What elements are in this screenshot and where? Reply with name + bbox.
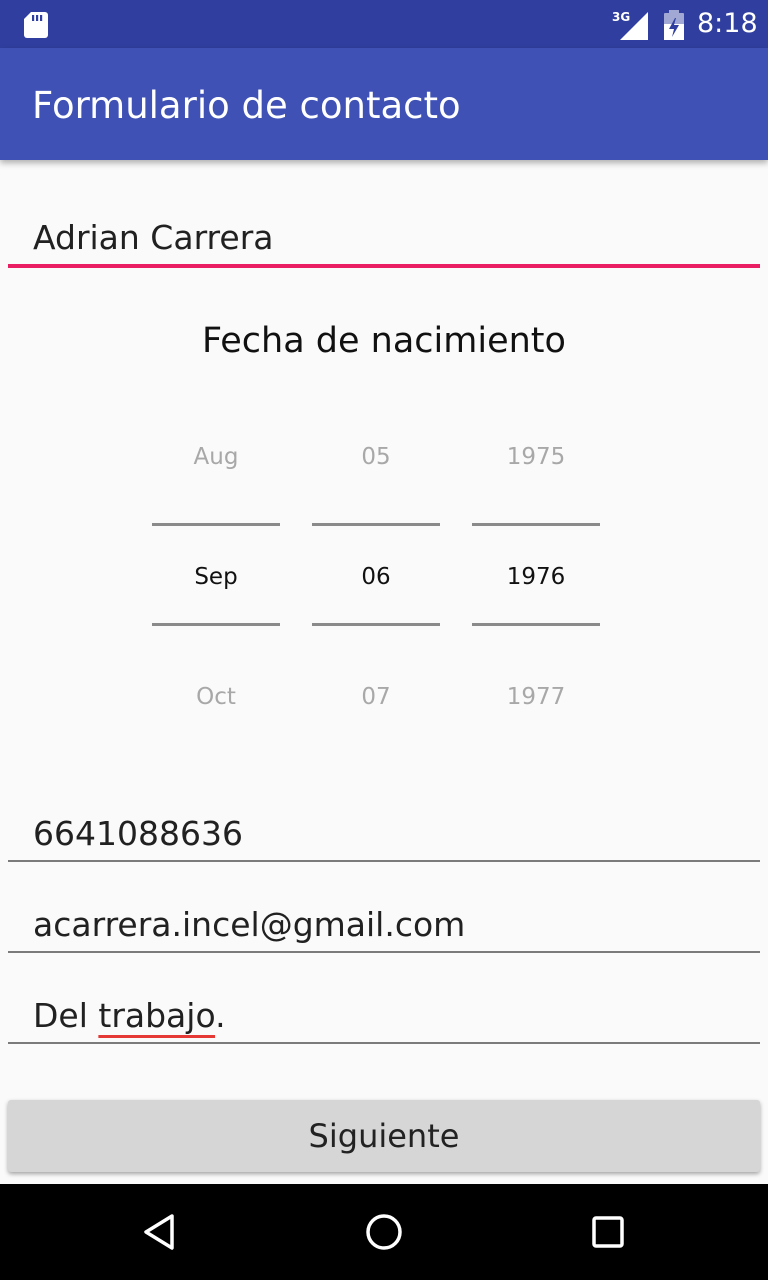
year-divider-top <box>472 523 600 526</box>
navigation-bar <box>0 1184 768 1280</box>
day-divider-top <box>312 523 440 526</box>
network-type: 3G <box>612 10 630 24</box>
day-next[interactable]: 07 <box>312 684 440 710</box>
description-prefix: Del <box>33 996 99 1035</box>
month-next[interactable]: Oct <box>152 684 280 710</box>
day-prev[interactable]: 05 <box>312 444 440 470</box>
year-next[interactable]: 1977 <box>472 684 600 710</box>
month-prev[interactable]: Aug <box>152 444 280 470</box>
battery-icon <box>664 10 684 40</box>
recents-icon[interactable] <box>588 1212 628 1252</box>
description-misspelled-word: trabajo <box>98 996 216 1035</box>
description-field-underline <box>8 1042 760 1044</box>
birthdate-label: Fecha de nacimiento <box>202 321 566 361</box>
sd-card-icon <box>24 12 48 38</box>
home-icon[interactable] <box>364 1212 404 1252</box>
phone-field[interactable]: 6641088636 <box>8 808 760 864</box>
next-button-label: Siguiente <box>308 1117 460 1155</box>
description-field[interactable]: Del trabajo. <box>8 990 760 1046</box>
email-value: acarrera.incel@gmail.com <box>33 905 466 944</box>
app-bar: Formulario de contacto <box>0 48 768 160</box>
email-field-underline <box>8 951 760 953</box>
email-field[interactable]: acarrera.incel@gmail.com <box>8 899 760 955</box>
phone-field-underline <box>8 860 760 862</box>
back-icon[interactable] <box>140 1212 180 1252</box>
name-field-underline <box>8 264 760 268</box>
year-picker[interactable]: 1975 1976 1977 <box>472 420 600 740</box>
month-divider-top <box>152 523 280 526</box>
name-field[interactable]: Adrian Carrera <box>8 212 760 272</box>
phone-value: 6641088636 <box>33 814 243 853</box>
month-picker[interactable]: Aug Sep Oct <box>152 420 280 740</box>
year-selected[interactable]: 1976 <box>472 564 600 590</box>
day-picker[interactable]: 05 06 07 <box>312 420 440 740</box>
month-divider-bottom <box>152 623 280 626</box>
year-prev[interactable]: 1975 <box>472 444 600 470</box>
month-selected[interactable]: Sep <box>152 564 280 590</box>
name-value: Adrian Carrera <box>33 218 274 257</box>
status-bar: 3G 8:18 <box>0 0 768 48</box>
day-divider-bottom <box>312 623 440 626</box>
year-divider-bottom <box>472 623 600 626</box>
signal-icon: 3G <box>612 10 648 40</box>
next-button[interactable]: Siguiente <box>8 1100 760 1172</box>
description-suffix: . <box>215 996 226 1035</box>
day-selected[interactable]: 06 <box>312 564 440 590</box>
clock: 8:18 <box>697 8 758 39</box>
page-title: Formulario de contacto <box>32 84 461 127</box>
description-value: Del trabajo. <box>33 996 226 1035</box>
